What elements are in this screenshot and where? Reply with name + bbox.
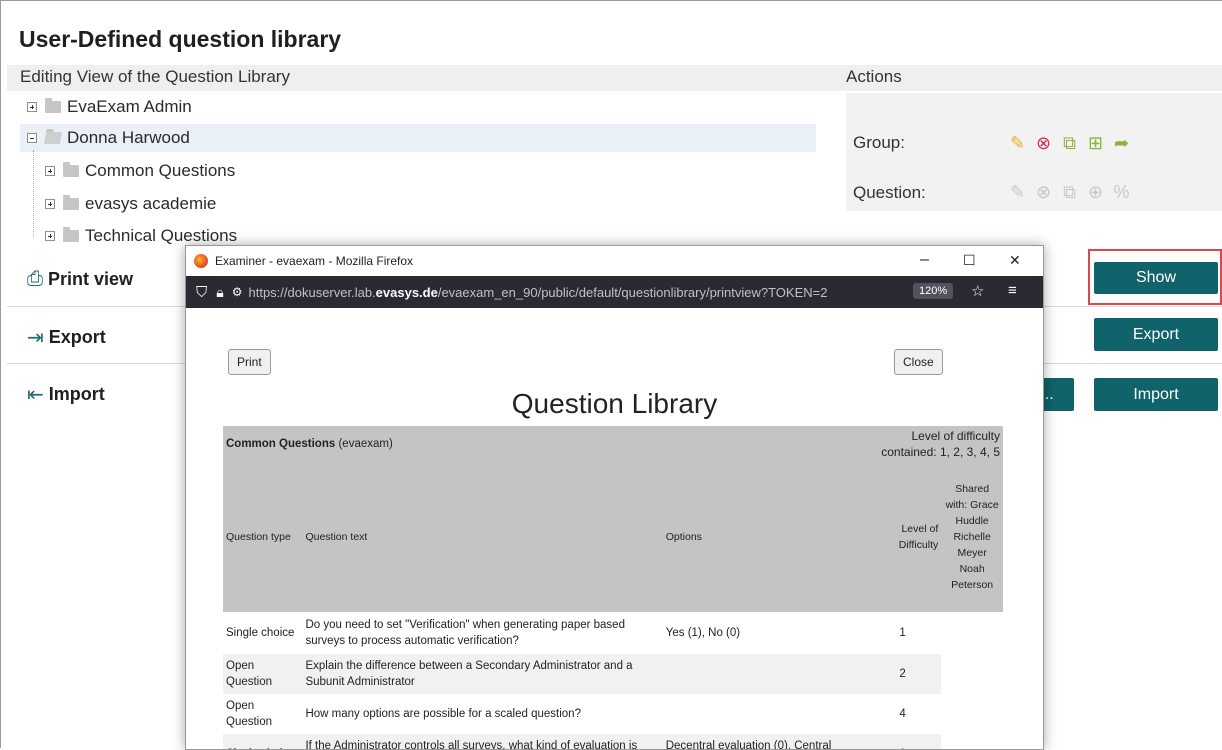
options-cell: Yes (1), No (0) [665,627,741,639]
difficulty-cell: 4 [899,708,906,720]
url-bar[interactable]: ⛉ 🔒︎ ⚙ https://dokuserver.lab.evasys.de/… [186,276,1043,308]
zoom-level[interactable]: 120% [913,283,954,299]
header-shared-with: Shared with: Grace Huddle Richelle Meyer… [941,462,1003,612]
share-arrow-icon[interactable]: ➦ [1111,133,1132,154]
header-question-type: Question type [223,462,303,612]
import-button[interactable]: Import [1094,378,1218,411]
expand-icon[interactable] [45,231,55,241]
folder-icon [63,227,79,242]
question-type-cell: Open Question [223,654,303,694]
folder-icon [63,162,79,177]
export-button[interactable]: Export [1094,318,1218,351]
question-action-icons: ✎ ⊗ ⧉ ⊕ % [1007,182,1132,203]
lock-icon[interactable]: 🔒︎ [216,284,223,301]
tree-item-common-questions[interactable]: Common Questions [45,157,815,185]
print-view-title: ⎙ Print view [27,268,133,291]
difficulty-summary: Level of difficulty contained: 1, 2, 3, … [863,426,1003,462]
export-label: Export [48,327,106,347]
collapse-icon[interactable] [27,133,37,143]
edit-pencil-icon[interactable]: ✎ [1007,133,1028,154]
question-text-cell: If the Administrator controls all survey… [302,734,663,749]
group-action-icons: ✎ ⊗ ⧉ ⊞ ➦ [1007,133,1132,154]
question-text-cell: Do you need to set "Verification" when g… [305,619,625,647]
actions-label: Actions [846,67,902,86]
group-actions-label: Group: [853,133,905,152]
folder-icon [45,98,61,113]
question-actions-label: Question: [853,183,926,202]
difficulty-cell: 1 [899,627,906,639]
window-title: Examiner - evaexam - Mozilla Firefox [215,254,414,268]
options-cell [663,694,864,734]
printer-icon: ⎙ [27,268,43,290]
firefox-logo-icon [194,254,208,268]
menu-icon[interactable]: ≡ [1008,282,1017,299]
import-file-icon: ⇤ [27,384,44,406]
print-button[interactable]: Print [228,349,271,375]
import-title: ⇤ Import [27,382,105,407]
table-row: Open Question How many options are possi… [223,694,1003,734]
expand-icon[interactable] [27,102,37,112]
bookmark-star-icon[interactable]: ☆ [971,282,984,300]
shield-icon[interactable]: ⛉ [196,284,207,301]
remove-circle-icon[interactable]: ⊗ [1033,133,1054,154]
edit-pencil-icon: ✎ [1009,182,1026,202]
expand-icon[interactable] [45,166,55,176]
close-window-icon[interactable]: ✕ [1009,252,1021,269]
group-name-cell: Common Questions (evaexam) [223,426,864,462]
question-text-cell: Explain the difference between a Seconda… [302,654,663,694]
question-library-title: Question Library [511,388,718,419]
difficulty-cell: 2 [863,654,942,694]
export-file-icon: ⇥ [27,327,44,349]
close-button[interactable]: Close [894,349,943,375]
print-view-label: Print view [48,269,134,289]
header-options: Options [662,462,864,612]
tree-item-label: EvaExam Admin [67,97,192,116]
url-text[interactable]: https://dokuserver.lab.evasys.de/evaexam… [248,285,913,300]
question-type-cell: Single choice [226,627,295,639]
tree-connector [33,150,35,238]
highlight-box [1088,249,1222,305]
tree-item-evaexam-admin[interactable]: EvaExam Admin [27,93,817,121]
copy-icon[interactable]: ⧉ [1059,133,1080,154]
question-text-cell: How many options are possible for a scal… [305,708,581,720]
table-row: Single choice Do you need to set "Verifi… [223,612,1003,654]
remove-circle-icon: ⊗ [1035,182,1052,202]
add-folder-icon[interactable]: ⊞ [1085,133,1106,154]
actions-panel: Group: ✎ ⊗ ⧉ ⊞ ➦ Question: ✎ ⊗ ⧉ ⊕ % [846,93,1222,211]
tree-item-label: Donna Harwood [67,128,190,147]
question-type-cell: Single choice [223,734,303,749]
options-cell [662,654,864,694]
header-question-text: Question text [302,462,663,612]
window-titlebar[interactable]: Examiner - evaexam - Mozilla Firefox – ☐… [186,246,1043,276]
tree-item-evasys-academie[interactable]: evasys academie [45,190,815,218]
question-table: Common Questions (evaexam) Level of diff… [223,426,1003,749]
expand-icon[interactable] [45,199,55,209]
copy-icon: ⧉ [1063,182,1076,202]
printview-content: Print Close Question Library Common Ques… [186,308,1043,749]
export-title: ⇥ Export [27,325,106,350]
group-header-row: Common Questions (evaexam) Level of diff… [223,426,1003,462]
tree-item-donna-harwood[interactable]: Donna Harwood [20,124,816,152]
maximize-icon[interactable]: ☐ [963,252,976,269]
browser-popup-window: Examiner - evaexam - Mozilla Firefox – ☐… [185,245,1044,750]
tree-item-label: evasys academie [85,194,217,213]
percent-icon: % [1113,182,1130,202]
editing-view-label: Editing View of the Question Library [20,67,290,86]
column-header-row: Question type Question text Options Leve… [223,462,1003,612]
page-title: User-Defined question library [19,26,342,52]
table-row: Open Question Explain the difference bet… [223,654,1003,694]
tree-item-label: Common Questions [85,161,236,180]
open-folder-icon [43,132,63,144]
question-type-cell: Open Question [226,700,273,728]
folder-icon [63,195,79,210]
options-cell: Decentral evaluation (0), Central evalua… [662,734,864,749]
permissions-icon[interactable]: ⚙ [232,285,243,299]
tree-item-label: Technical Questions [85,226,238,245]
import-label: Import [48,384,105,404]
table-row: Single choice If the Administrator contr… [223,734,1003,749]
header-difficulty: Level of Difficulty [863,462,942,612]
add-comment-icon: ⊕ [1087,182,1104,202]
minimize-icon[interactable]: – [920,251,929,269]
difficulty-cell: 1 [863,734,942,749]
